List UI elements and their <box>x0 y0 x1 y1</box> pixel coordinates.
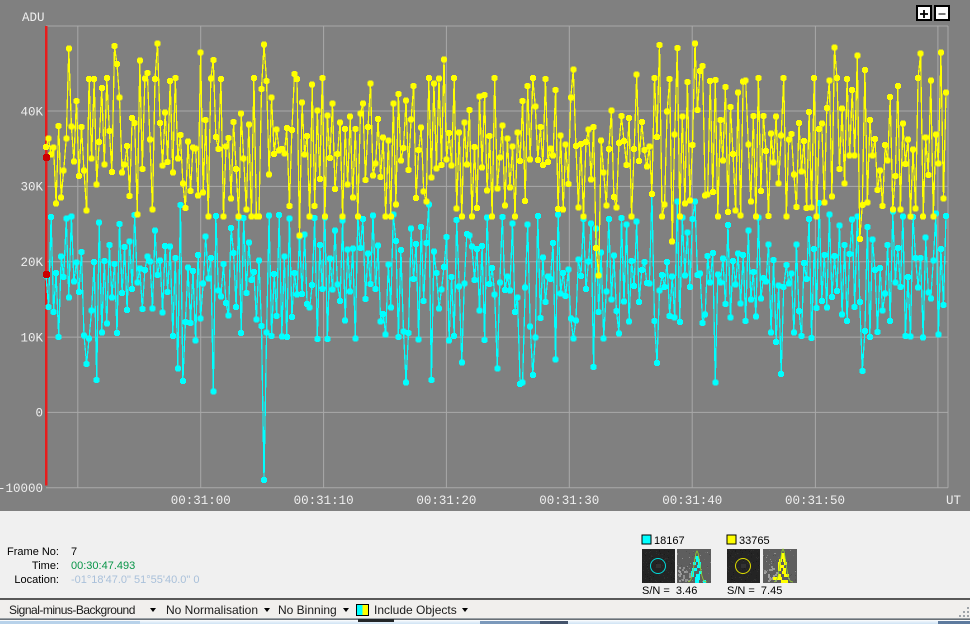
svg-text:00:31:00: 00:31:00 <box>171 494 231 508</box>
svg-text:UT: UT <box>946 494 962 508</box>
svg-text:10K: 10K <box>20 331 43 345</box>
svg-text:-10000: -10000 <box>0 482 43 496</box>
svg-text:ADU: ADU <box>22 11 45 25</box>
svg-text:30K: 30K <box>20 181 43 195</box>
svg-text:40K: 40K <box>20 105 43 119</box>
svg-text:00:31:10: 00:31:10 <box>294 494 354 508</box>
svg-text:00:31:50: 00:31:50 <box>785 494 845 508</box>
svg-text:00:31:40: 00:31:40 <box>662 494 722 508</box>
svg-text:20K: 20K <box>20 256 43 270</box>
svg-text:00:31:30: 00:31:30 <box>539 494 599 508</box>
svg-text:0: 0 <box>35 407 43 421</box>
svg-text:00:31:20: 00:31:20 <box>416 494 476 508</box>
